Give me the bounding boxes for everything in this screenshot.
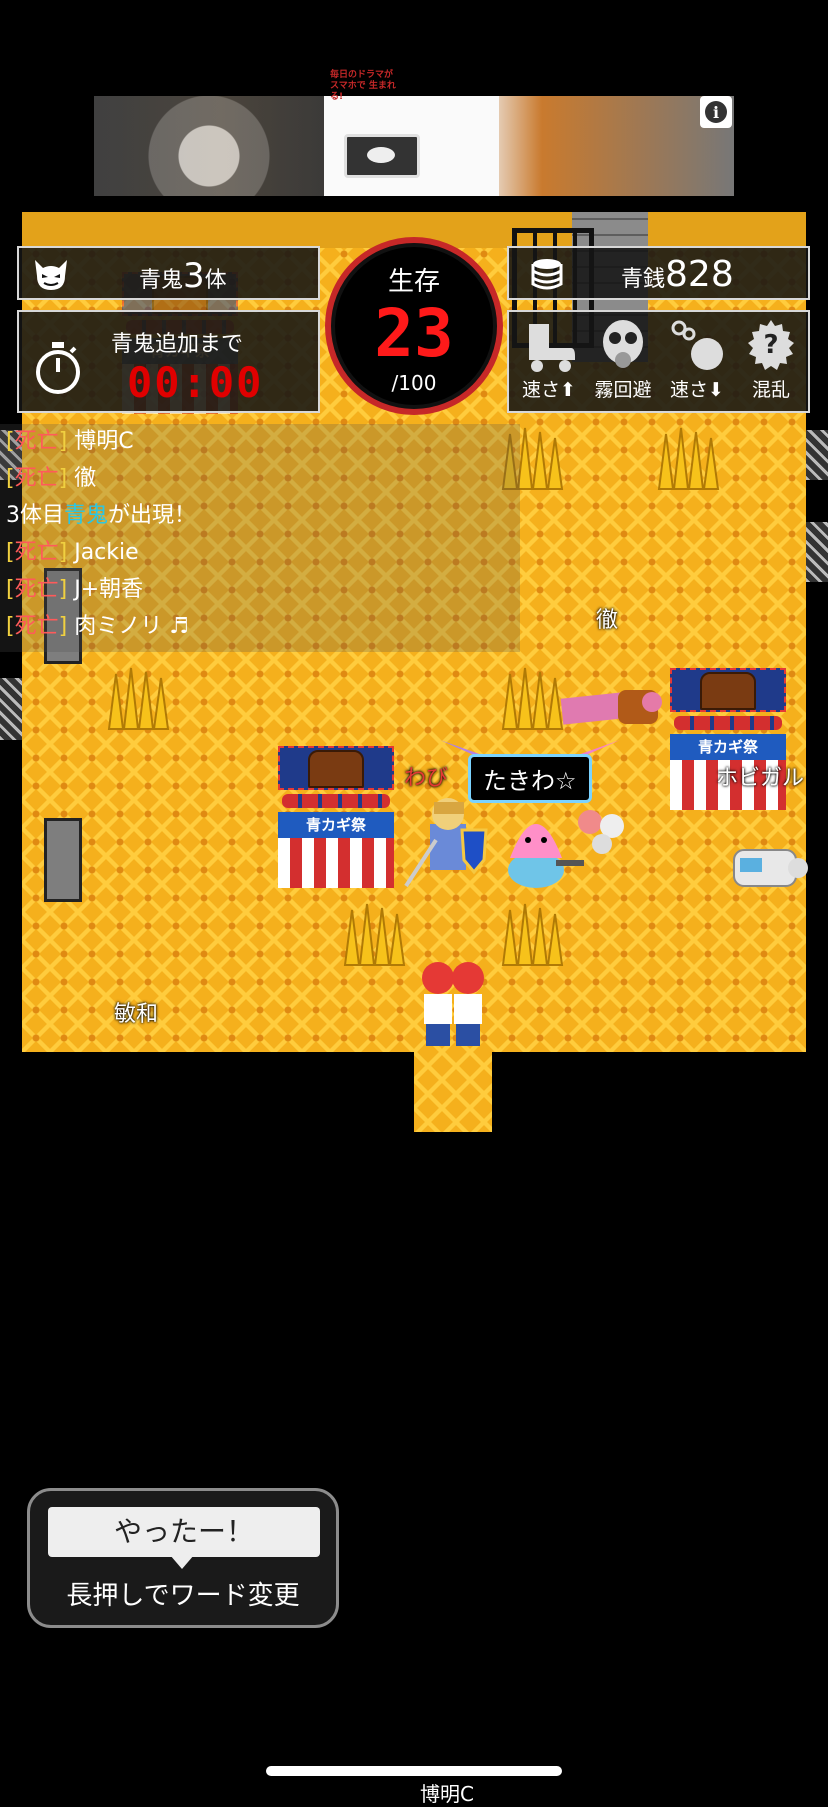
gas-mask-icon <box>603 320 643 368</box>
red-cap-twins[interactable] <box>414 960 494 1052</box>
bottom-player-name: 博明C <box>420 1782 474 1806</box>
ball-and-chain-icon <box>671 320 723 370</box>
ad-phone-image <box>344 134 420 178</box>
item-speed-down[interactable]: 速さ⬇ <box>661 318 733 410</box>
enemy-count: 3 <box>183 256 205 296</box>
enemy-count-text: 青鬼3体 <box>139 256 227 296</box>
booth-sign: 青カギ祭 <box>278 812 394 838</box>
info-icon[interactable]: i <box>700 96 732 128</box>
demon-icon <box>35 260 67 290</box>
survivor-counter: 生存 23 /100 <box>325 237 503 415</box>
small-pets <box>578 810 624 854</box>
ad-text: 毎日のドラマが スマホで 生まれる! <box>330 70 396 102</box>
survivor-max: /100 <box>391 371 437 395</box>
chat-line-system: 3体目青鬼が出現！ <box>6 503 197 528</box>
chat-log: [死亡] 博明C [死亡] 徹 3体目青鬼が出現！ [死亡] Jackie [死… <box>0 424 520 652</box>
knight-player[interactable] <box>400 790 500 890</box>
fallen-character <box>560 690 662 725</box>
money-panel: 青銭828 <box>507 246 810 300</box>
chat-player: 徹 <box>74 466 97 491</box>
chat-player: 博明C <box>74 429 134 454</box>
chat-line-death: [死亡] 博明C <box>6 429 134 454</box>
fence-right-1 <box>806 430 828 480</box>
survivor-count: 23 <box>374 295 454 372</box>
robot-character[interactable] <box>728 836 812 896</box>
festival-booth-2[interactable]: 青カギ祭 <box>278 746 394 888</box>
money-text: 青銭828 <box>621 254 734 295</box>
roller-skate-icon <box>529 324 575 372</box>
ad-image-left <box>94 96 324 196</box>
enemy-timer-panel: 青鬼追加まで 00:00 <box>17 310 320 413</box>
survivor-label: 生存 <box>387 267 440 297</box>
home-indicator[interactable] <box>266 1766 562 1776</box>
player-name-takiwa: たきわ☆ <box>468 754 592 803</box>
chat-player: 肉ミノリ ♬ <box>74 614 189 639</box>
timer-value: 00:00 <box>127 358 264 407</box>
item-label: 霧回避 <box>594 379 652 401</box>
chat-line-death: [死亡] 徹 <box>6 466 97 491</box>
player-name-hobi: ホビガル <box>716 766 805 791</box>
quick-chat-hint: 長押しでワード変更 <box>66 1581 300 1611</box>
question-icon: ? <box>748 320 794 370</box>
chat-player: J+朝香 <box>74 577 144 602</box>
chat-line-death: [死亡] Jackie <box>6 540 139 565</box>
player-name-toshikazu: 敏和 <box>114 1002 159 1027</box>
stopwatch-icon <box>36 342 80 394</box>
item-label: 速さ⬇ <box>670 379 724 401</box>
item-bar: 速さ⬆ 霧回避 速さ⬇ ? 混乱 <box>507 310 810 413</box>
golden-spikes-2 <box>657 427 720 490</box>
pillar-left-bottom <box>44 818 82 902</box>
pink-slime-player[interactable] <box>496 796 586 892</box>
ad-banner[interactable] <box>94 96 734 196</box>
item-speed-up[interactable]: 速さ⬆ <box>513 318 585 410</box>
player-name-wabi: わび <box>404 766 449 791</box>
enemy-prefix: 青鬼 <box>139 268 184 293</box>
chat-line-death: [死亡] 肉ミノリ ♬ <box>6 614 189 639</box>
money-amount: 828 <box>665 254 734 295</box>
enemy-suffix: 体 <box>204 268 227 293</box>
golden-spikes-6 <box>501 903 564 966</box>
booth-sign: 青カギ祭 <box>670 734 786 760</box>
svg-text:?: ? <box>763 330 778 360</box>
coins-icon <box>531 259 563 290</box>
item-confusion[interactable]: ? 混乱 <box>735 318 807 410</box>
quick-chat-bubble[interactable]: やったー！ 長押しでワード変更 <box>27 1488 339 1628</box>
fence-right-2 <box>806 522 828 582</box>
enemy-count-panel: 青鬼3体 <box>17 246 320 300</box>
money-prefix: 青銭 <box>621 267 666 292</box>
timer-label: 青鬼追加まで <box>111 332 244 357</box>
item-label: 速さ⬆ <box>522 379 576 401</box>
player-name-toru: 徹 <box>596 608 619 633</box>
chat-line-death: [死亡] J+朝香 <box>6 577 144 602</box>
item-fog-avoid[interactable]: 霧回避 <box>587 318 659 410</box>
fence-left-2 <box>0 678 22 740</box>
item-label: 混乱 <box>751 379 790 401</box>
bubble-tail <box>170 1555 194 1569</box>
chat-player: Jackie <box>74 540 139 565</box>
board-corridor <box>414 1052 492 1132</box>
quick-chat-button[interactable]: やったー！ <box>48 1507 320 1557</box>
golden-spikes-3 <box>107 667 170 730</box>
golden-spikes-5 <box>343 903 406 966</box>
